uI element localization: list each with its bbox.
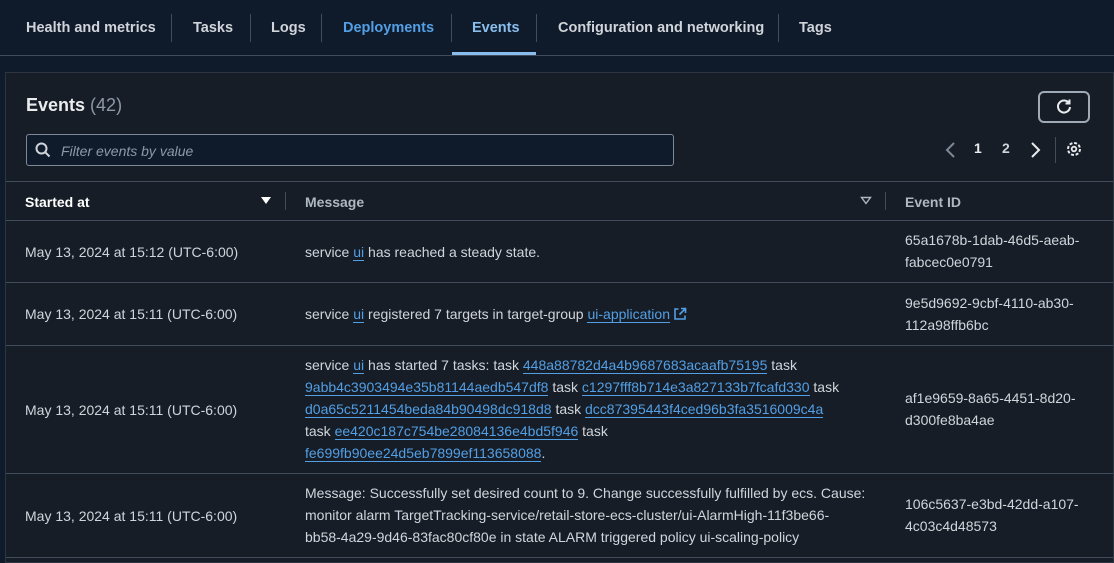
tab-health-and-metrics[interactable]: Health and metrics — [26, 0, 156, 56]
event-date: May 13, 2024 at 15:12 (UTC-6:00) — [25, 244, 239, 260]
event-id-line: af1e9659-8a65-4451-8d20- — [905, 390, 1076, 406]
tab-divider — [778, 14, 779, 42]
filter-events-field[interactable] — [26, 134, 674, 166]
active-tab-indicator — [452, 52, 536, 55]
tab-events[interactable]: Events — [472, 0, 520, 56]
pager-divider — [1055, 137, 1056, 163]
event-message: service ui registered 7 targets in targe… — [305, 303, 875, 325]
event-id-line: 9e5d9692-9cbf-4110-ab30- — [905, 295, 1074, 311]
table-row: May 13, 2024 at 15:11 (UTC-6:00) Message… — [6, 474, 1113, 558]
page-2-button[interactable]: 2 — [1002, 140, 1010, 156]
task-link[interactable]: fe699fb90ee24d5eb7899ef113658088 — [305, 445, 542, 462]
settings-gear-icon[interactable] — [1065, 140, 1083, 158]
event-date: May 13, 2024 at 15:11 (UTC-6:00) — [25, 402, 238, 418]
sort-descending-icon[interactable] — [260, 196, 272, 206]
message-text: task — [813, 379, 840, 395]
task-link[interactable]: 9abb4c3903494e35b81144aedb547df8 — [305, 379, 549, 396]
message-text: task — [552, 379, 579, 395]
message-line: monitor alarm TargetTracking-service/ret… — [305, 507, 830, 523]
service-ui-link[interactable]: ui — [353, 306, 365, 323]
refresh-icon — [1057, 99, 1071, 114]
table-row: May 13, 2024 at 15:12 (UTC-6:00) service… — [6, 221, 1113, 283]
search-icon — [35, 142, 51, 158]
column-divider — [285, 192, 286, 210]
tab-logs[interactable]: Logs — [271, 0, 306, 56]
message-text: task — [582, 423, 608, 439]
events-panel: Events (42) 1 2 Started at Message — [5, 72, 1114, 563]
task-link[interactable]: d0a65c5211454beda84b90498dc918d8 — [305, 401, 552, 418]
table-row: May 13, 2024 at 15:11 (UTC-6:00) service… — [6, 283, 1113, 346]
column-message[interactable]: Message — [305, 194, 364, 210]
column-started-at[interactable]: Started at — [25, 194, 90, 210]
event-message: service ui has reached a steady state. — [305, 241, 875, 263]
task-link[interactable]: c1297fff8b714e3a827133b7fcafd330 — [581, 379, 810, 396]
previous-page-icon[interactable] — [944, 141, 958, 159]
events-count: (42) — [90, 95, 123, 115]
message-line: Message: Successfully set desired count … — [305, 485, 866, 501]
tab-bar: Health and metrics Tasks Logs Deployment… — [0, 0, 1114, 56]
tab-divider — [171, 14, 172, 42]
message-text: registered 7 targets in target-group — [364, 306, 588, 322]
message-text: service — [305, 306, 354, 322]
message-line: bb58-4a29-9d46-83fac80cf80e in state ALA… — [305, 529, 800, 545]
tab-tasks[interactable]: Tasks — [193, 0, 233, 56]
column-divider — [885, 192, 886, 210]
message-text: has reached a steady state. — [364, 244, 541, 260]
event-id-line: 112a98ffb6bc — [905, 317, 989, 333]
task-link[interactable]: 448a88782d4a4b9687683acaafb75195 — [522, 357, 768, 374]
tab-configuration-and-networking[interactable]: Configuration and networking — [558, 0, 764, 56]
event-id: 9e5d9692-9cbf-4110-ab30- 112a98ffb6bc — [905, 292, 1105, 336]
message-text: has started 7 tasks: task — [364, 357, 523, 373]
event-id-line: d300fe8ba4ae — [905, 412, 995, 428]
message-text: task — [305, 423, 331, 439]
message-line: task ee420c187c754be28084136e4bd5f946 ta… — [305, 420, 875, 442]
event-id: af1e9659-8a65-4451-8d20- d300fe8ba4ae — [905, 387, 1105, 431]
tab-divider — [250, 14, 251, 42]
message-text: service — [305, 357, 354, 373]
message-text: service — [305, 244, 354, 260]
events-title: Events — [26, 95, 86, 115]
message-text: task — [771, 357, 797, 373]
events-heading: Events (42) — [26, 95, 122, 116]
next-page-icon[interactable] — [1028, 141, 1042, 159]
event-id: 65a1678b-1dab-46d5-aeab-fabcec0e0791 — [905, 229, 1105, 273]
message-line: fe699fb90ee24d5eb7899ef113658088. — [305, 442, 875, 464]
external-link-icon[interactable] — [673, 307, 687, 321]
event-id: 106c5637-e3bd-42dd-a107- 4c03c4d48573 — [905, 493, 1105, 537]
event-id-line: fabcec0e0791 — [905, 254, 993, 270]
message-line: service ui has started 7 tasks: task 448… — [305, 354, 875, 376]
table-row: May 13, 2024 at 15:11 (UTC-6:00) service… — [6, 346, 1113, 474]
event-id-line: 65a1678b-1dab-46d5-aeab- — [905, 232, 1080, 248]
message-text: . — [541, 445, 546, 461]
tab-deployments[interactable]: Deployments — [343, 0, 434, 56]
event-date: May 13, 2024 at 15:11 (UTC-6:00) — [25, 306, 238, 322]
filter-events-input[interactable] — [59, 139, 663, 163]
table-header: Started at Message Event ID — [6, 181, 1113, 221]
event-message: service ui has started 7 tasks: task 448… — [305, 354, 875, 464]
message-line: 9abb4c3903494e35b81144aedb547df8 task c1… — [305, 376, 875, 398]
tab-divider — [451, 14, 452, 42]
event-message: Message: Successfully set desired count … — [305, 482, 885, 548]
tab-tags[interactable]: Tags — [799, 0, 832, 56]
tab-divider — [321, 14, 322, 42]
message-line: d0a65c5211454beda84b90498dc918d8 task dc… — [305, 398, 875, 420]
tab-divider — [536, 14, 537, 42]
refresh-button[interactable] — [1038, 91, 1090, 123]
task-link[interactable]: ee420c187c754be28084136e4bd5f946 — [334, 423, 579, 440]
service-ui-link[interactable]: ui — [353, 357, 365, 374]
message-text: task — [555, 401, 582, 417]
target-group-link[interactable]: ui-application — [587, 306, 670, 323]
event-id-line: 106c5637-e3bd-42dd-a107- — [905, 496, 1079, 512]
event-id-line: 4c03c4d48573 — [905, 518, 997, 534]
event-date: May 13, 2024 at 15:11 (UTC-6:00) — [25, 508, 238, 524]
task-link[interactable]: dcc87395443f4ced96b3fa3516009c4a — [585, 401, 824, 418]
sort-icon[interactable] — [860, 196, 872, 206]
service-ui-link[interactable]: ui — [353, 244, 365, 261]
column-event-id[interactable]: Event ID — [905, 194, 961, 210]
page-1-button[interactable]: 1 — [974, 140, 982, 156]
